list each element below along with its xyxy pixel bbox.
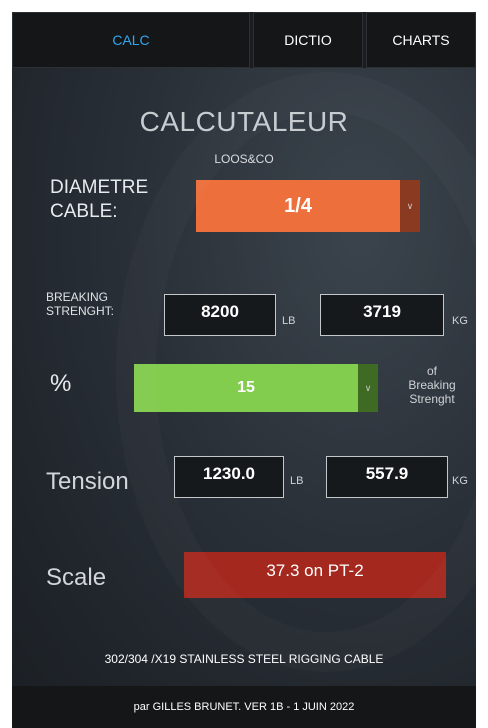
- breaking-label-line1: BREAKING: [46, 290, 109, 304]
- tension-label: Tension: [46, 468, 129, 495]
- scale-label: Scale: [46, 564, 107, 591]
- percent-note: of Breaking Strenght: [384, 364, 476, 406]
- calculator-app: CALC DICTIO CHARTS CALCUTALEUR LOOS&CO D…: [12, 12, 476, 728]
- diameter-label: DIAMETRE CABLE:: [50, 176, 148, 224]
- diameter-label-line2: CABLE:: [50, 201, 118, 222]
- diameter-select[interactable]: 1/4 ∨: [196, 180, 420, 232]
- chevron-down-icon[interactable]: ∨: [358, 364, 378, 412]
- percent-note-line3: Strenght: [409, 392, 455, 406]
- tension-lb-field: 1230.0: [174, 456, 284, 498]
- scale-result: 37.3 on PT-2: [184, 552, 446, 598]
- diameter-label-line1: DIAMETRE: [50, 177, 149, 198]
- tab-bar: CALC DICTIO CHARTS: [12, 12, 476, 68]
- tab-charts[interactable]: CHARTS: [366, 12, 476, 68]
- tab-calc[interactable]: CALC: [12, 12, 250, 68]
- breaking-strength-label: BREAKING STRENGHT:: [46, 290, 114, 318]
- percent-select[interactable]: 15 ∨: [134, 364, 378, 412]
- tension-lb-unit: LB: [290, 475, 304, 487]
- breaking-lb-field: 8200: [164, 294, 276, 336]
- breaking-label-line2: STRENGHT:: [46, 304, 115, 318]
- percent-note-line1: of: [426, 364, 437, 378]
- footer: par GILLES BRUNET. VER 1B - 1 JUIN 2022: [12, 686, 476, 728]
- cable-type-text: 302/304 /X19 STAINLESS STEEL RIGGING CAB…: [104, 652, 384, 666]
- tension-kg-unit: KG: [452, 475, 468, 487]
- page-subtitle: LOOS&CO: [214, 152, 274, 166]
- page-title: CALCUTALEUR: [139, 106, 349, 137]
- breaking-kg-unit: KG: [452, 315, 468, 327]
- footer-credit: par GILLES BRUNET. VER 1B - 1 JUIN 2022: [133, 701, 355, 713]
- percent-note-line2: Breaking: [408, 378, 456, 392]
- breaking-kg-field: 3719: [320, 294, 444, 336]
- chevron-down-icon[interactable]: ∨: [400, 180, 420, 232]
- tension-kg-field: 557.9: [326, 456, 448, 498]
- breaking-lb-unit: LB: [282, 315, 296, 327]
- percent-select-value: 15: [237, 379, 255, 396]
- tab-dictio[interactable]: DICTIO: [253, 12, 363, 68]
- percent-label: %: [50, 370, 72, 397]
- diameter-select-value: 1/4: [284, 194, 312, 217]
